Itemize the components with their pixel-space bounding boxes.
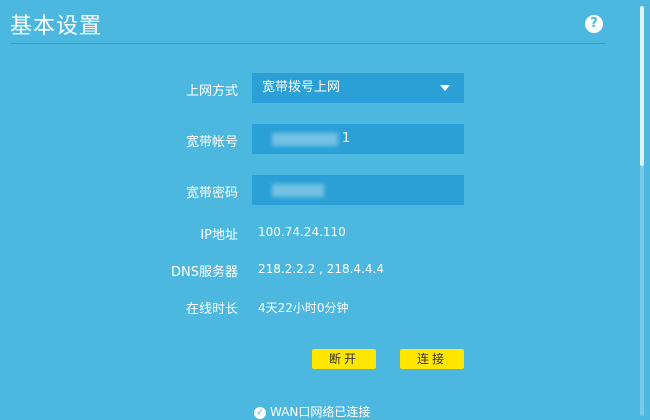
account-masked-value: [272, 133, 338, 146]
connection-type-select[interactable]: 宽带拨号上网: [252, 73, 464, 103]
password-input[interactable]: [252, 175, 464, 205]
disconnect-button[interactable]: 断开: [312, 349, 376, 369]
password-label: 宽带密码: [185, 186, 238, 201]
chevron-down-icon: [440, 85, 450, 91]
help-icon[interactable]: ?: [585, 15, 603, 33]
uptime-value: 4天22小时0分钟: [258, 301, 349, 315]
ip-label: IP地址: [200, 228, 238, 243]
wan-status-text: WAN口网络已连接: [270, 405, 371, 419]
check-circle-icon: ✓: [254, 406, 266, 419]
connection-type-label: 上网方式: [185, 84, 238, 99]
scrollbar-thumb[interactable]: [640, 6, 644, 166]
page-title: 基本设置: [10, 14, 103, 39]
wan-status: ✓ WAN口网络已连接: [254, 403, 370, 420]
ip-value: 100.74.24.110: [258, 225, 346, 239]
account-label: 宽带帐号: [185, 135, 238, 150]
account-visible-tail: 1: [342, 131, 351, 146]
account-input[interactable]: 1: [252, 124, 464, 154]
connect-button[interactable]: 连接: [400, 349, 464, 369]
dns-label: DNS服务器: [171, 265, 238, 280]
connection-type-value: 宽带拨号上网: [262, 80, 341, 95]
title-divider: [10, 43, 606, 44]
password-masked-value: [272, 184, 324, 197]
dns-value: 218.2.2.2 , 218.4.4.4: [258, 262, 384, 276]
uptime-label: 在线时长: [185, 302, 238, 317]
